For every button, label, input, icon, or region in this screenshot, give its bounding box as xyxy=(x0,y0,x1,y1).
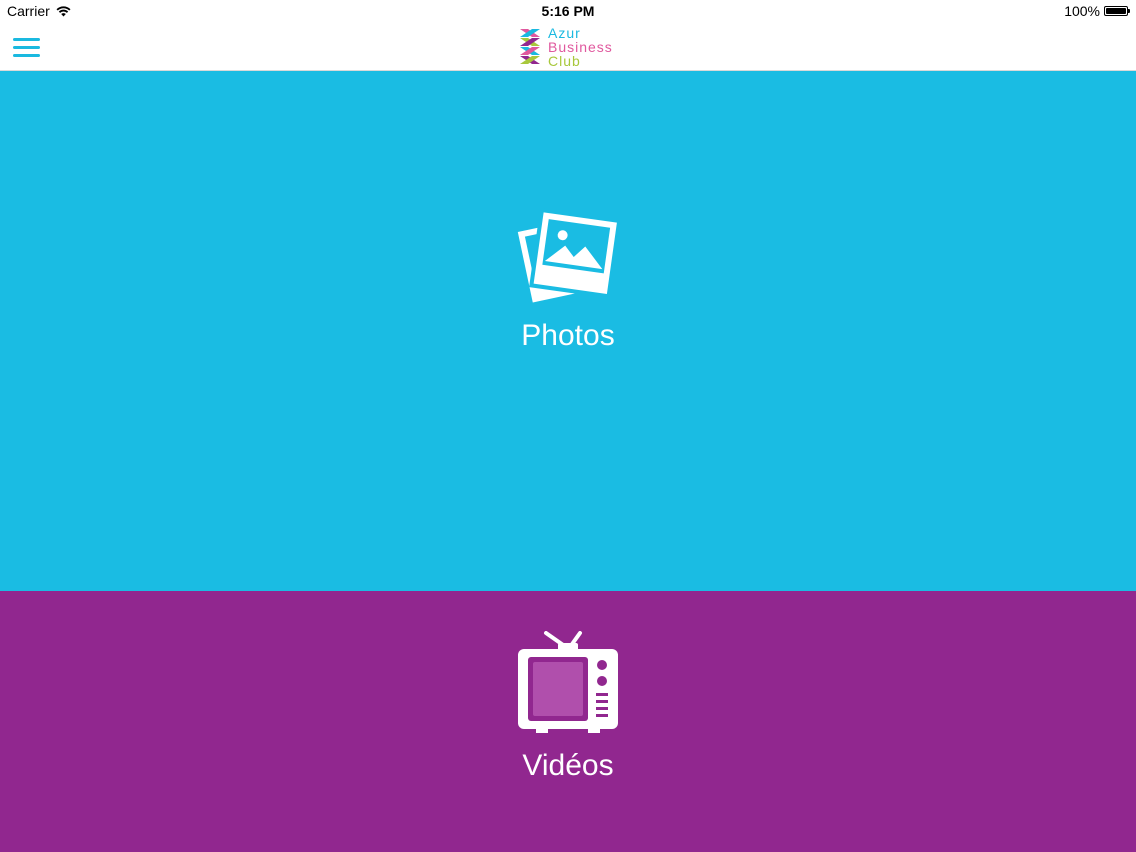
logo-line-business: Business xyxy=(548,39,613,55)
battery-icon xyxy=(1104,6,1130,16)
logo-line-club: Club xyxy=(548,53,581,69)
logo-line-azur: Azur xyxy=(548,25,581,41)
hamburger-menu-icon[interactable] xyxy=(12,35,42,59)
status-bar: Carrier 5:16 PM 100% xyxy=(0,0,1136,24)
photos-label: Photos xyxy=(521,319,615,352)
app-logo: Azur Business Club xyxy=(518,26,628,68)
tv-icon xyxy=(516,631,620,735)
nav-bar: Azur Business Club xyxy=(0,24,1136,71)
status-time: 5:16 PM xyxy=(541,3,595,19)
logo-mark-icon xyxy=(520,29,540,64)
logo-text: Azur Business Club xyxy=(548,26,613,68)
videos-label: Vidéos xyxy=(522,749,614,782)
photos-tile[interactable]: Photos xyxy=(0,71,1136,591)
battery-percent: 100% xyxy=(1064,3,1100,19)
status-right: 100% xyxy=(1064,3,1130,19)
photos-icon xyxy=(516,205,622,305)
videos-tile[interactable]: Vidéos xyxy=(0,591,1136,852)
